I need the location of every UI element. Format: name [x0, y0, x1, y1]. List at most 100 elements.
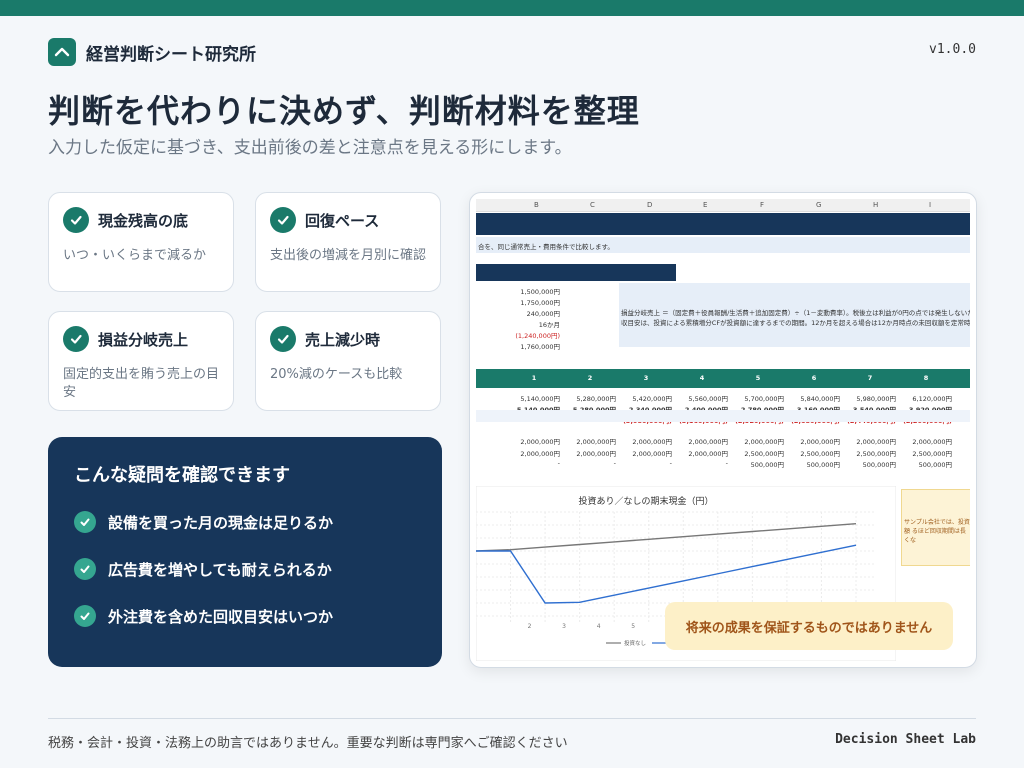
questions-panel: こんな疑問を確認できます 設備を買った月の現金は足りるか 広告費を増やしても耐え… — [48, 437, 442, 667]
input-value: 1,760,000円 — [520, 343, 560, 351]
table-cell: 2,000,000円 — [576, 438, 616, 446]
check-icon — [74, 605, 96, 627]
legend-label: 投資なし — [624, 639, 646, 647]
table-cell: 2,500,000円 — [856, 450, 896, 458]
month-header: 5 — [755, 374, 761, 382]
input-value: 16か月 — [538, 321, 560, 329]
month-header: 6 — [811, 374, 817, 382]
table-cell: 2,000,000円 — [576, 450, 616, 458]
table-cell: 5,560,000円 — [688, 395, 728, 403]
table-cell: 2,000,000円 — [688, 438, 728, 446]
x-tick-label: 2 — [528, 623, 532, 630]
table-cell: 2,000,000円 — [632, 438, 672, 446]
table-cell: 2,000,000円 — [632, 450, 672, 458]
explanation-box: 損益分岐売上 ＝（固定費＋役員報酬/生活費＋追加固定費）÷（1－変動費率）。税後… — [619, 283, 970, 347]
table-cell: 5,700,000円 — [744, 395, 784, 403]
feature-card-cash-bottom: 現金残高の底 いつ・いくらまで減るか — [48, 192, 234, 292]
input-value: 1,500,000円 — [520, 288, 560, 296]
check-icon — [63, 207, 89, 233]
feature-desc: いつ・いくらまで減るか — [63, 248, 207, 263]
month-header: 3 — [643, 374, 649, 382]
table-cell: 2,500,000円 — [912, 450, 952, 458]
table-cell: - — [725, 459, 728, 467]
x-tick-label: 3 — [562, 623, 566, 630]
chart-title: 投資あり／なしの期末現金（円） — [578, 495, 713, 507]
table-cell: 5,420,000円 — [632, 395, 672, 403]
spreadsheet: B C D E F G H I 合を、同じ通常売上・費用条件で比較します。 1,500,000… — [476, 199, 970, 661]
check-icon — [74, 511, 96, 533]
page-title: 判断を代わりに決めず、判断材料を整理 — [48, 92, 640, 130]
table-cell: 2,000,000円 — [800, 438, 840, 446]
month-header: 7 — [867, 374, 873, 382]
check-icon — [270, 326, 296, 352]
intro-text: 合を、同じ通常売上・費用条件で比較します。 — [478, 243, 614, 251]
brand-logo-icon — [48, 38, 76, 66]
footer-brand: Decision Sheet Lab — [835, 732, 976, 747]
table-cell: 2,500,000円 — [800, 450, 840, 458]
table-cell: 6,120,000円 — [912, 395, 952, 403]
column-header: H — [873, 201, 879, 209]
column-header: G — [816, 201, 822, 209]
table-highlight-row — [476, 410, 970, 422]
table-cell: 5,840,000円 — [800, 395, 840, 403]
table-cell: 2,000,000円 — [744, 438, 784, 446]
footer-disclaimer: 税務・会計・投資・法務上の助言ではありません。重要な判断は専門家へご確認ください — [48, 736, 568, 751]
page-subtitle: 入力した仮定に基づき、支出前後の差と注意点を見える形にします。 — [48, 138, 572, 158]
table-cell: 500,000円 — [862, 461, 896, 469]
month-header: 2 — [587, 374, 593, 382]
column-header: D — [647, 201, 653, 209]
input-value: 1,750,000円 — [520, 299, 560, 307]
version-label: v1.0.0 — [929, 42, 976, 57]
x-tick-label: 4 — [597, 623, 601, 630]
table-cell: 5,980,000円 — [856, 395, 896, 403]
feature-title: 損益分岐売上 — [98, 330, 189, 349]
table-cell: 500,000円 — [750, 461, 784, 469]
month-header: 8 — [923, 374, 929, 382]
feature-card-sales-decline: 売上減少時 20%減のケースも比較 — [255, 311, 441, 411]
question-item: 外注費を含めた回収目安はいつか — [74, 603, 416, 629]
top-accent-bar — [0, 0, 1024, 16]
column-headers: B C D E F G H I — [476, 199, 970, 212]
spreadsheet-preview: B C D E F G H I 合を、同じ通常売上・費用条件で比較します。 1,500,000… — [469, 192, 977, 668]
column-header: F — [760, 201, 765, 209]
feature-desc: 支出後の増減を月別に確認 — [270, 248, 427, 263]
table-cell: 5,140,000円 — [520, 395, 560, 403]
explanation-line: 収目安は、投資による累積増分CFが投資額に達するまでの期間。12か月を超える場合… — [621, 319, 970, 327]
feature-card-recovery: 回復ペース 支出後の増減を月別に確認 — [255, 192, 441, 292]
check-icon — [74, 558, 96, 580]
table-cell: 2,000,000円 — [520, 450, 560, 458]
feature-desc: 20%減のケースも比較 — [270, 367, 403, 382]
note-text: サンプル会社では、投資額 るほど回収期間は長くな — [904, 519, 970, 544]
check-icon — [63, 326, 89, 352]
explanation-line: 損益分岐売上 ＝（固定費＋役員報酬/生活費＋追加固定費）÷（1－変動費率）。税後… — [621, 309, 970, 317]
column-header: C — [590, 201, 595, 209]
table-cell: 500,000円 — [918, 461, 952, 469]
section-bar — [476, 264, 676, 281]
note-box: サンプル会社では、投資額 るほど回収期間は長くな — [901, 489, 970, 566]
month-header: 4 — [699, 374, 705, 382]
brand-name: 経営判断シート研究所 — [86, 44, 256, 65]
x-tick-label: 5 — [631, 623, 635, 630]
table-cell: 2,000,000円 — [912, 438, 952, 446]
disclaimer-banner: 将来の成果を保証するものではありません — [665, 602, 953, 650]
input-value: (1,240,000円) — [515, 332, 560, 340]
table-cell: - — [613, 459, 616, 467]
intro-row: 合を、同じ通常売上・費用条件で比較します。 — [476, 237, 970, 253]
feature-card-breakeven: 損益分岐売上 固定的支出を賄う売上の目安 — [48, 311, 234, 411]
table-cell: 2,000,000円 — [856, 438, 896, 446]
brand[interactable]: 経営判断シート研究所 — [48, 37, 256, 67]
question-item: 広告費を増やしても耐えられるか — [74, 556, 416, 582]
footer-divider — [48, 718, 976, 719]
feature-desc: 固定的支出を賄う売上の目安 — [63, 367, 220, 400]
table-cell: 2,500,000円 — [744, 450, 784, 458]
questions-title: こんな疑問を確認できます — [74, 465, 290, 486]
table-cell: 5,280,000円 — [576, 395, 616, 403]
column-header: E — [703, 201, 708, 209]
sheet-title-bar — [476, 213, 970, 235]
table-cell: - — [557, 459, 560, 467]
table-cell: 2,000,000円 — [520, 438, 560, 446]
feature-title: 回復ペース — [305, 211, 380, 230]
input-value: 240,000円 — [526, 310, 560, 318]
column-header: B — [534, 201, 539, 209]
feature-title: 現金残高の底 — [98, 211, 189, 230]
